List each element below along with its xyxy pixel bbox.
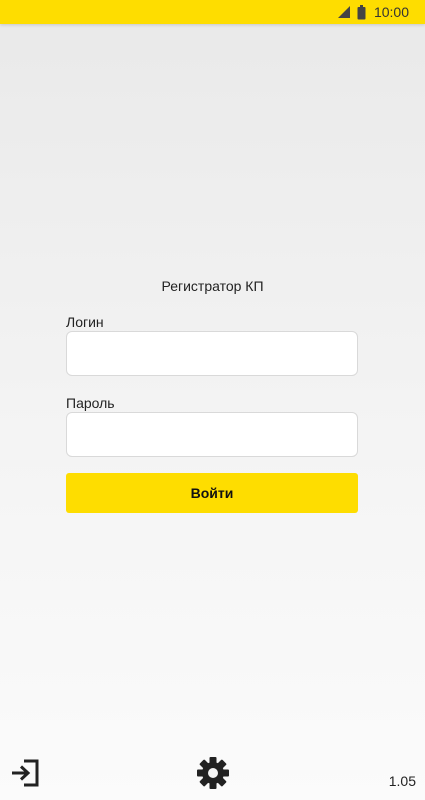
app-title: Регистратор КП xyxy=(161,278,264,294)
status-icons: 10:00 xyxy=(337,4,409,20)
password-label: Пароль xyxy=(66,395,115,411)
battery-icon xyxy=(357,4,366,20)
app-version: 1.05 xyxy=(388,773,416,789)
status-bar: 10:00 xyxy=(0,0,425,24)
exit-button[interactable] xyxy=(10,758,40,793)
login-input[interactable] xyxy=(66,331,358,376)
settings-button[interactable] xyxy=(196,756,230,795)
signal-icon xyxy=(337,5,351,19)
status-time: 10:00 xyxy=(373,4,409,20)
gear-icon xyxy=(196,756,230,795)
exit-icon xyxy=(10,758,40,793)
login-button[interactable]: Войти xyxy=(66,473,358,513)
password-input[interactable] xyxy=(66,412,358,457)
login-label: Логин xyxy=(66,314,104,330)
